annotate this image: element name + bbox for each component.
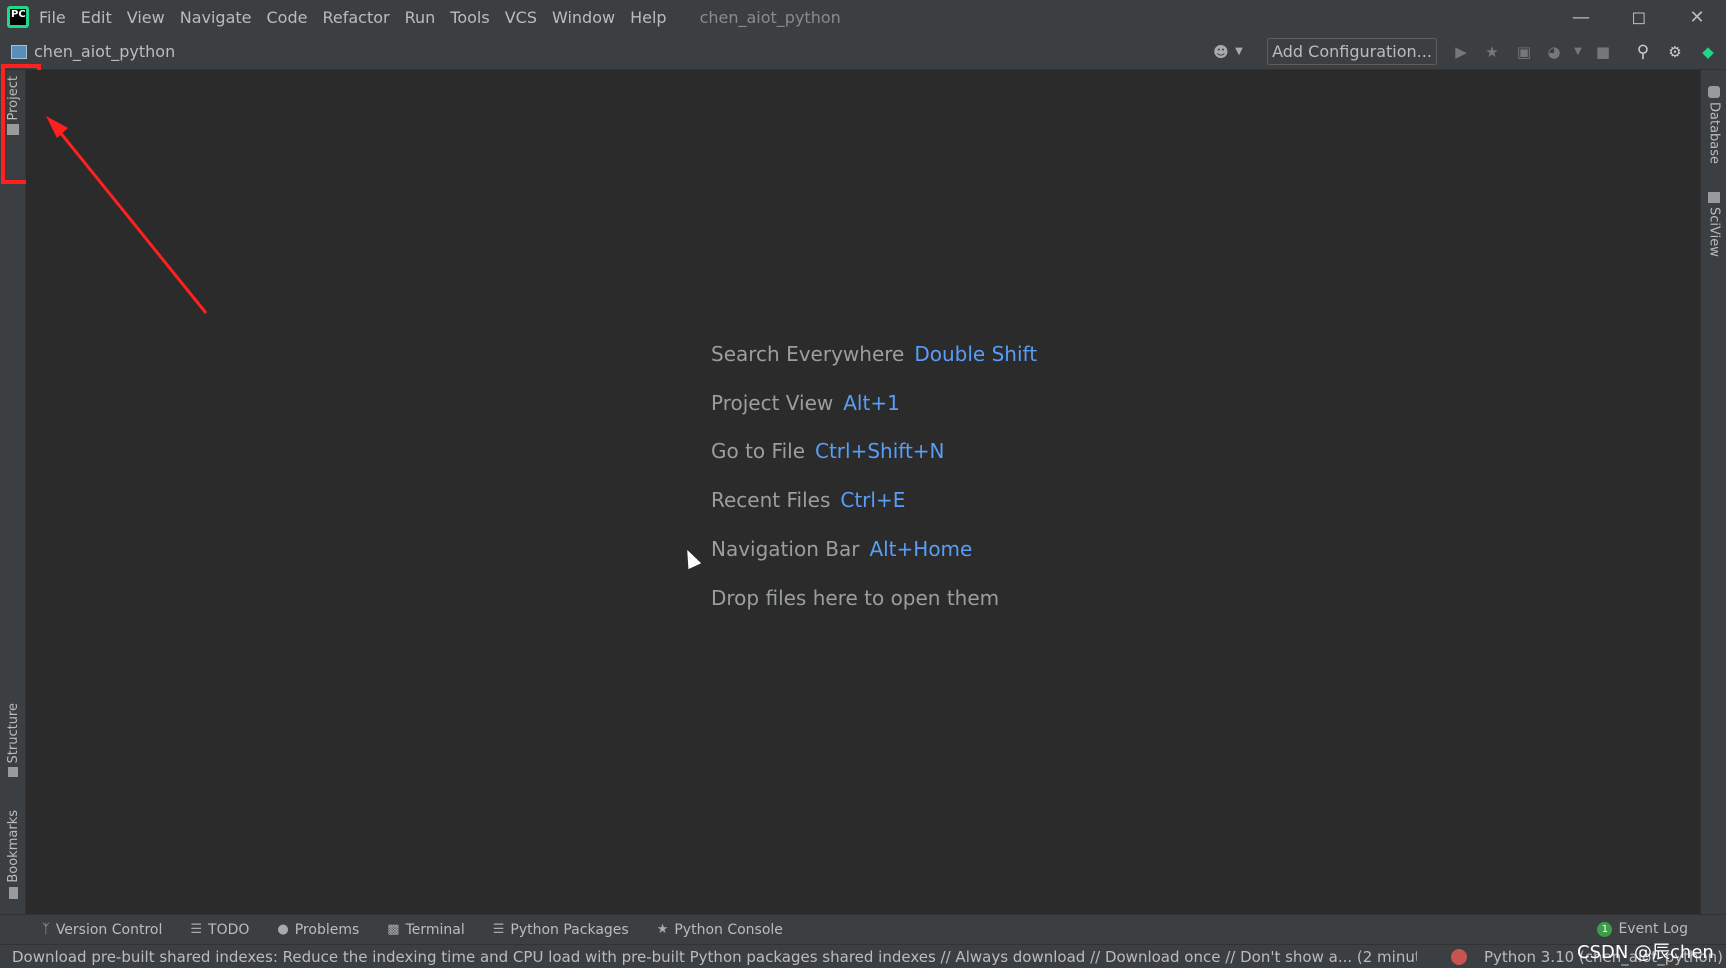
menu-navigate[interactable]: Navigate: [180, 8, 252, 27]
terminal-tool[interactable]: ▩ Terminal: [387, 922, 464, 938]
list-icon: ☰: [190, 922, 203, 937]
database-tool-tab[interactable]: Database: [1701, 82, 1726, 164]
hint-recent-files: Recent Files Ctrl+E: [711, 488, 905, 512]
database-icon: [1708, 86, 1720, 98]
arrow-head: [46, 116, 68, 138]
event-count-badge: 1: [1597, 921, 1613, 937]
close-icon[interactable]: ✕: [1668, 0, 1726, 34]
breadcrumb-project[interactable]: chen_aiot_python: [34, 42, 175, 61]
project-folder-icon: [11, 44, 27, 59]
window-title: chen_aiot_python: [699, 7, 841, 27]
info-icon: ●: [277, 922, 289, 937]
problems-tool[interactable]: ● Problems: [277, 922, 359, 938]
todo-tool[interactable]: ☰ TODO: [190, 922, 249, 938]
hint-navigation-bar: Navigation Bar Alt+Home: [711, 537, 972, 561]
menu-refactor[interactable]: Refactor: [322, 8, 389, 27]
add-configuration-button[interactable]: Add Configuration...: [1267, 38, 1437, 65]
menu-code[interactable]: Code: [267, 8, 308, 27]
chevron-down-icon[interactable]: ▼: [1230, 43, 1248, 61]
structure-tab-label: Structure: [5, 703, 21, 764]
jetbrains-plugin-icon[interactable]: ◆: [1699, 43, 1717, 61]
python-icon: ★: [656, 922, 669, 937]
sciview-tool-tab[interactable]: SciView: [1701, 188, 1726, 257]
left-tool-stripe: Project Structure Bookmarks: [0, 70, 26, 914]
hint-shortcut: Double Shift: [914, 342, 1038, 366]
sciview-icon: [1708, 192, 1720, 203]
event-log-tool[interactable]: 1 Event Log: [1597, 921, 1688, 937]
menu-run[interactable]: Run: [405, 8, 436, 27]
hint-label: Search Everywhere: [711, 342, 905, 366]
menu-help[interactable]: Help: [630, 8, 666, 27]
hint-project-view: Project View Alt+1: [711, 391, 900, 415]
status-bar: Download pre-built shared indexes: Reduc…: [0, 944, 1726, 968]
maximize-icon[interactable]: ◻: [1610, 0, 1668, 34]
menu-vcs[interactable]: VCS: [505, 8, 537, 27]
menu-tools[interactable]: Tools: [450, 8, 489, 27]
minimize-icon[interactable]: —: [1552, 0, 1610, 34]
pycharm-logo-icon: PC: [7, 6, 29, 28]
tool-window-bar: ᛉ Version Control ☰ TODO ● Problems ▩ Termin…: [0, 914, 1726, 944]
hint-shortcut: Alt+1: [843, 391, 900, 415]
sciview-tab-label: SciView: [1706, 207, 1722, 257]
python-packages-tool[interactable]: ☰ Python Packages: [493, 922, 629, 938]
bookmarks-tool-tab[interactable]: Bookmarks: [0, 810, 26, 903]
hint-label: Recent Files: [711, 488, 831, 512]
hint-shortcut: Alt+Home: [869, 537, 973, 561]
search-icon[interactable]: ⚲: [1634, 43, 1652, 61]
terminal-icon: ▩: [387, 922, 400, 937]
branch-icon: ᛉ: [42, 922, 50, 937]
gear-icon[interactable]: ⚙: [1666, 43, 1684, 61]
hint-search-everywhere: Search Everywhere Double Shift: [711, 342, 1037, 366]
hint-drop-files: Drop files here to open them: [711, 586, 1009, 610]
menu-view[interactable]: View: [127, 8, 165, 27]
layers-icon: ☰: [492, 922, 505, 937]
database-tab-label: Database: [1706, 102, 1722, 165]
hint-label: Drop files here to open them: [711, 586, 1000, 610]
hint-shortcut: Ctrl+E: [840, 488, 906, 512]
run-icon[interactable]: ▶: [1452, 43, 1470, 61]
profile-icon[interactable]: ◕: [1545, 43, 1563, 61]
watermark: CSDN @辰chen: [1577, 942, 1714, 963]
user-icon[interactable]: ☻: [1212, 43, 1230, 61]
navigation-bar: chen_aiot_python ☻ ▼ Add Configuration..…: [0, 34, 1726, 70]
error-indicator-icon[interactable]: [1451, 949, 1467, 965]
hint-go-to-file: Go to File Ctrl+Shift+N: [711, 439, 945, 463]
more-run-options-icon[interactable]: ▼: [1569, 43, 1587, 61]
hint-label: Project View: [711, 391, 834, 415]
bookmarks-tab-label: Bookmarks: [5, 810, 21, 883]
python-console-tool[interactable]: ★ Python Console: [657, 922, 783, 938]
hint-label: Navigation Bar: [711, 537, 860, 561]
hint-label: Go to File: [711, 439, 805, 463]
status-message[interactable]: Download pre-built shared indexes: Reduc…: [12, 948, 1417, 966]
debug-icon[interactable]: ★: [1483, 43, 1501, 61]
menu-window[interactable]: Window: [552, 8, 615, 27]
structure-icon: [8, 767, 18, 778]
right-tool-stripe: Database SciView: [1700, 70, 1726, 914]
title-bar: PC File Edit View Navigate Code Refactor…: [0, 0, 1726, 34]
stop-icon[interactable]: ■: [1594, 43, 1612, 61]
menu-edit[interactable]: Edit: [81, 8, 112, 27]
structure-tool-tab[interactable]: Structure: [0, 703, 26, 781]
version-control-tool[interactable]: ᛉ Version Control: [42, 922, 162, 938]
hint-shortcut: Ctrl+Shift+N: [815, 439, 945, 463]
bookmark-icon: [8, 886, 18, 899]
coverage-icon[interactable]: ▣: [1515, 43, 1533, 61]
menu-file[interactable]: File: [39, 8, 66, 27]
